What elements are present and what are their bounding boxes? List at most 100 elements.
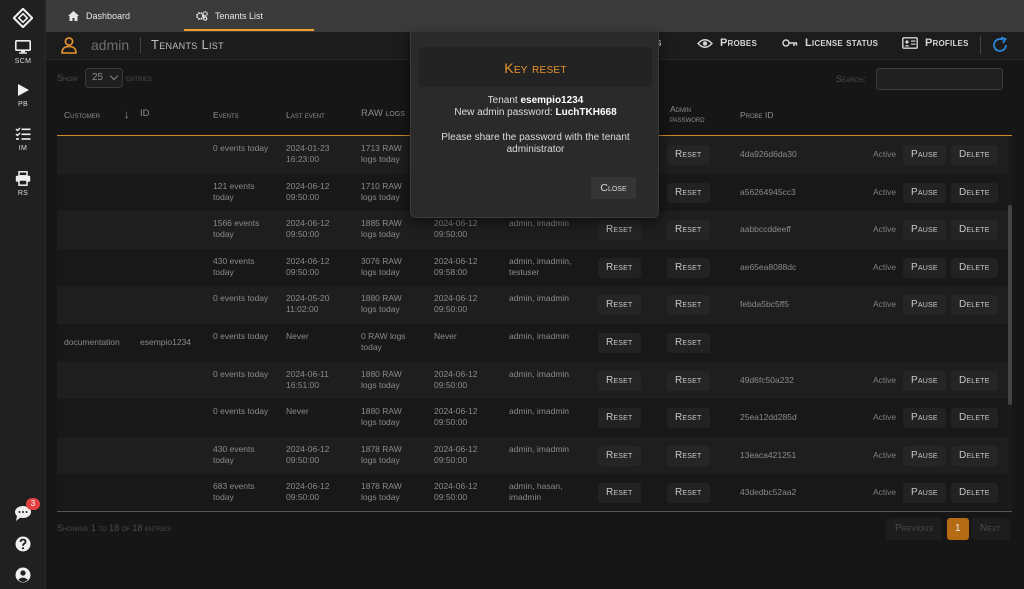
cell-events: 430 events today: [213, 255, 255, 277]
sort-arrow-icon[interactable]: ↓: [124, 110, 130, 121]
reset-password-button[interactable]: Reset: [667, 257, 710, 278]
column-header-id[interactable]: ID: [140, 109, 150, 119]
nav-probes[interactable]: Probes: [697, 37, 757, 49]
cell-last-event: 2024-01-23 16:23:00: [286, 143, 330, 164]
scrollbar-thumb[interactable]: [1008, 205, 1012, 405]
pause-button[interactable]: Pause: [903, 145, 946, 165]
reset-password-button[interactable]: Reset: [667, 445, 710, 466]
delete-button[interactable]: Delete: [951, 257, 998, 278]
delete-button[interactable]: Delete: [951, 370, 998, 391]
logo-icon[interactable]: [13, 8, 33, 28]
search-input[interactable]: [876, 68, 1003, 90]
user-link[interactable]: admin: [509, 369, 532, 379]
reset-password-button[interactable]: Reset: [667, 220, 710, 241]
column-header-raw-logs[interactable]: RAW logs: [361, 109, 405, 119]
cell-events: 430 events today: [213, 443, 255, 465]
reset-password-button[interactable]: Reset: [667, 370, 710, 391]
entries-label: entries: [126, 73, 153, 83]
status-badge: Active: [873, 149, 897, 159]
show-label: Show: [57, 73, 78, 83]
tab-label: Dashboard: [86, 11, 131, 21]
reset-password-button[interactable]: Reset: [667, 182, 710, 203]
reset-users-button[interactable]: Reset: [598, 220, 641, 241]
delete-button[interactable]: Delete: [951, 445, 998, 466]
pagination-page-1[interactable]: 1: [947, 518, 969, 540]
cell-last-raw: 2024-06-12 09:50:00: [434, 368, 478, 390]
reset-users-button[interactable]: Reset: [598, 333, 641, 353]
reset-users-button[interactable]: Reset: [598, 483, 641, 504]
column-header-events[interactable]: Events: [213, 110, 239, 120]
tab-tenants-list[interactable]: Tenants List: [196, 0, 263, 32]
reset-users-button[interactable]: Reset: [598, 445, 641, 466]
rail-item-pb[interactable]: PB: [0, 83, 46, 108]
status-badge: Active: [873, 449, 897, 460]
user-link[interactable]: admin: [509, 481, 532, 491]
user-link[interactable]: imadmin: [537, 331, 569, 341]
cell-last-event: 2024-06-12 09:50:00: [286, 180, 330, 202]
user-link[interactable]: imadmin: [537, 293, 569, 303]
close-button[interactable]: Close: [591, 177, 636, 199]
reset-users-button[interactable]: Reset: [598, 295, 641, 316]
user-link[interactable]: imadmin: [537, 369, 569, 379]
page-size-select[interactable]: 25: [85, 68, 123, 88]
delete-button[interactable]: Delete: [951, 145, 998, 165]
pause-button[interactable]: Pause: [903, 220, 946, 241]
column-header-customer[interactable]: Customer: [64, 110, 100, 120]
user-link[interactable]: testuser: [509, 267, 539, 277]
reset-password-button[interactable]: Reset: [667, 408, 710, 429]
nav-license-status[interactable]: License status: [782, 37, 878, 49]
user-link[interactable]: admin: [509, 331, 532, 341]
rail-item-scm[interactable]: SCM: [0, 40, 46, 65]
delete-button[interactable]: Delete: [951, 182, 998, 203]
rail-item-rs[interactable]: RS: [0, 171, 46, 197]
delete-button[interactable]: Delete: [951, 220, 998, 241]
pagination-next-button[interactable]: Next: [971, 518, 1010, 540]
user-link[interactable]: admin: [509, 406, 532, 416]
reset-users-button[interactable]: Reset: [598, 257, 641, 278]
pause-button[interactable]: Pause: [903, 295, 946, 316]
pause-button[interactable]: Pause: [903, 257, 946, 278]
user-link[interactable]: admin: [509, 444, 532, 454]
user-link[interactable]: imadmin: [509, 492, 541, 502]
user-link[interactable]: imadmin: [537, 218, 569, 228]
status-badge: Active: [873, 412, 897, 423]
reset-users-button[interactable]: Reset: [598, 408, 641, 429]
pause-button[interactable]: Pause: [903, 182, 946, 203]
delete-button[interactable]: Delete: [951, 483, 998, 504]
pagination-previous-button[interactable]: Previous: [886, 518, 943, 540]
tab-dashboard[interactable]: Dashboard: [68, 0, 130, 32]
pause-button[interactable]: Pause: [903, 483, 946, 504]
user-account-icon[interactable]: [13, 565, 33, 585]
column-header-admin-password[interactable]: Admin password: [670, 104, 720, 124]
user-link[interactable]: admin: [509, 218, 532, 228]
delete-button[interactable]: Delete: [951, 408, 998, 429]
cell-last-event: 2024-05-20 11:02:00: [286, 293, 330, 315]
user-link[interactable]: imadmin: [537, 406, 569, 416]
reset-users-button[interactable]: Reset: [598, 370, 641, 391]
reset-password-button[interactable]: Reset: [667, 333, 710, 353]
reset-password-button[interactable]: Reset: [667, 145, 710, 165]
pause-button[interactable]: Pause: [903, 445, 946, 466]
user-link[interactable]: admin: [509, 256, 532, 266]
refresh-icon[interactable]: [990, 35, 1010, 55]
column-header-probe-id[interactable]: Probe ID: [740, 110, 774, 120]
cell-users: admin, imadmin: [509, 368, 570, 379]
user-link[interactable]: hasan: [537, 481, 560, 491]
reset-password-button[interactable]: Reset: [667, 295, 710, 316]
nav-profiles[interactable]: Profiles: [902, 37, 969, 49]
monitor-icon: [15, 40, 31, 54]
reset-password-button[interactable]: Reset: [667, 483, 710, 504]
user-link[interactable]: imadmin: [537, 256, 569, 266]
user-link[interactable]: admin: [509, 293, 532, 303]
delete-button[interactable]: Delete: [951, 295, 998, 316]
rail-item-im[interactable]: IM: [0, 127, 46, 152]
pause-button[interactable]: Pause: [903, 408, 946, 429]
help-icon[interactable]: [13, 534, 33, 554]
user-link[interactable]: imadmin: [537, 444, 569, 454]
pause-button[interactable]: Pause: [903, 370, 946, 391]
cell-last-raw: 2024-06-12 09:58:00: [434, 255, 478, 277]
column-header-last-event[interactable]: Last event: [286, 110, 325, 120]
cell-probe-id: aabbccddeeff: [740, 224, 791, 235]
cell-last-raw: Never: [434, 331, 457, 341]
cell-last-event: 2024-06-12 09:50:00: [286, 481, 330, 503]
